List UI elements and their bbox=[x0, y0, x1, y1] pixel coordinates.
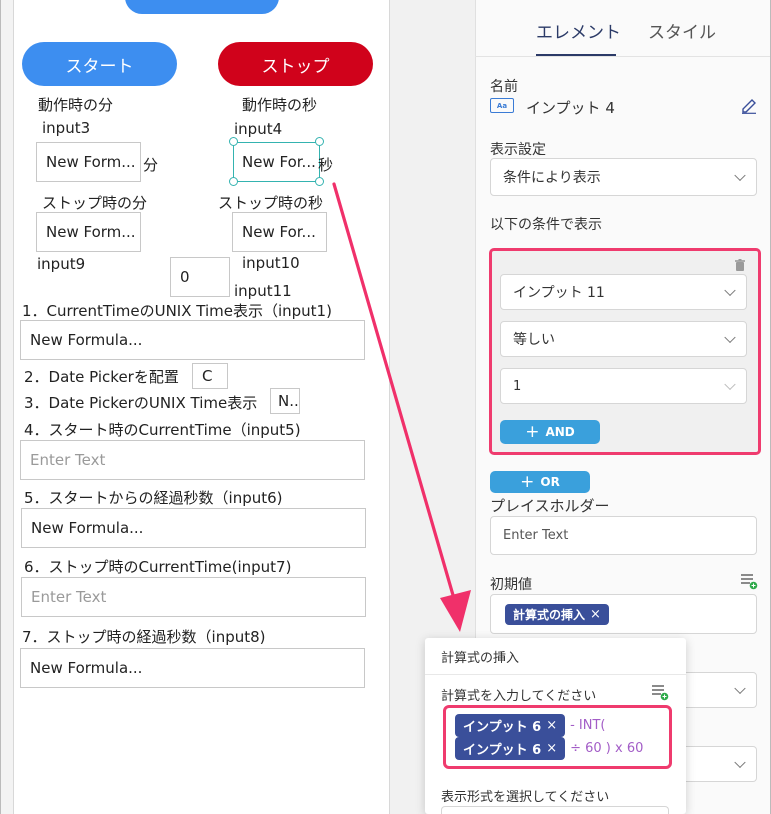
input3-label: input3 bbox=[42, 119, 91, 137]
chevron-down-icon bbox=[724, 331, 736, 344]
condition-operator-value: 等しい bbox=[513, 332, 555, 348]
unix-time-field[interactable]: N.. bbox=[270, 388, 300, 414]
formula-line-1: インプット 6 × - INT( bbox=[455, 714, 606, 737]
plus-icon: + bbox=[520, 471, 535, 492]
run-minutes-label: 動作時の分 bbox=[38, 96, 114, 114]
initial-value-label: 初期値 bbox=[490, 577, 532, 593]
active-tab-indicator bbox=[536, 54, 616, 56]
condition-value: 1 bbox=[513, 378, 522, 394]
chevron-down-icon bbox=[724, 378, 736, 391]
display-settings-dropdown[interactable]: 条件により表示 bbox=[490, 158, 757, 196]
condition-value-dropdown[interactable]: 1 bbox=[500, 368, 747, 404]
hidden-dropdown[interactable] bbox=[686, 672, 757, 708]
input8-field[interactable]: New Formula... bbox=[20, 648, 365, 688]
field-chip[interactable]: インプット 6 × bbox=[455, 714, 566, 737]
name-label: 名前 bbox=[490, 79, 518, 95]
date-picker[interactable]: C bbox=[192, 363, 228, 389]
run-seconds-label: 動作時の秒 bbox=[242, 96, 318, 114]
item6-label: 6．ストップ時のCurrentTime(input7) bbox=[24, 558, 292, 576]
input7-field[interactable]: Enter Text bbox=[21, 577, 366, 617]
input9-label: input9 bbox=[37, 255, 86, 273]
input6-field[interactable]: New Formula... bbox=[21, 508, 366, 548]
tab-divider bbox=[475, 56, 770, 57]
formula-prompt: 計算式を入力してください bbox=[441, 689, 597, 704]
popup-title: 計算式の挿入 bbox=[441, 651, 520, 666]
chevron-down-icon bbox=[734, 682, 746, 695]
hidden-dropdown[interactable] bbox=[686, 746, 757, 782]
format-label: 表示形式を選択してください bbox=[441, 790, 610, 805]
formula-operator: ÷ 60 ) x 60 bbox=[570, 741, 644, 756]
placeholder-input[interactable]: Enter Text bbox=[490, 516, 757, 555]
condition-field-value: インプット 11 bbox=[513, 285, 605, 301]
condition-operator-dropdown[interactable]: 等しい bbox=[500, 321, 747, 357]
tab-element[interactable]: エレメント bbox=[536, 18, 621, 43]
resize-handle[interactable] bbox=[229, 137, 238, 146]
condition-field-dropdown[interactable]: インプット 11 bbox=[500, 274, 747, 310]
formula-chip[interactable]: 計算式の挿入 × bbox=[505, 603, 609, 625]
minutes-unit: 分 bbox=[143, 156, 159, 174]
display-settings-value: 条件により表示 bbox=[503, 170, 601, 186]
input1-field[interactable]: New Formula... bbox=[20, 320, 365, 360]
stop-seconds-label: ストップ時の秒 bbox=[218, 194, 324, 212]
edit-pencil-icon[interactable] bbox=[740, 96, 758, 114]
plus-icon: + bbox=[525, 421, 540, 442]
field-chip[interactable]: インプット 6 × bbox=[455, 737, 566, 760]
add-or-button[interactable]: + OR bbox=[490, 471, 590, 493]
stop-button[interactable]: ストップ bbox=[218, 42, 373, 86]
resize-handle[interactable] bbox=[229, 177, 238, 186]
item4-label: 4．スタート時のCurrentTime（input5) bbox=[24, 421, 301, 439]
and-label: AND bbox=[545, 425, 575, 439]
stop-minutes-label: ストップ時の分 bbox=[42, 194, 148, 212]
insert-field-icon[interactable] bbox=[651, 683, 669, 701]
insert-formula-icon[interactable] bbox=[740, 572, 758, 590]
item1-label: 1．CurrentTimeのUNIX Time表示（input1) bbox=[22, 302, 332, 320]
input11-field[interactable]: 0 bbox=[170, 257, 230, 297]
input3-field[interactable]: New Form... bbox=[36, 142, 141, 182]
resize-handle[interactable] bbox=[315, 177, 324, 186]
input9-field[interactable]: New Form... bbox=[36, 212, 141, 252]
placeholder-label: プレイスホルダー bbox=[490, 497, 610, 515]
input5-field[interactable]: Enter Text bbox=[20, 440, 365, 480]
format-dropdown[interactable] bbox=[441, 806, 669, 814]
item2-label: 2．Date Pickerを配置 bbox=[24, 368, 179, 386]
input10-field[interactable]: New For... bbox=[232, 212, 327, 252]
formula-operator: - INT( bbox=[570, 718, 606, 733]
item7-label: 7．ストップ時の経過秒数（input8) bbox=[22, 628, 266, 646]
popup-divider bbox=[425, 674, 686, 675]
input4-field-selected[interactable]: New For... bbox=[233, 142, 320, 182]
tab-style[interactable]: スタイル bbox=[648, 18, 716, 43]
trash-icon[interactable] bbox=[734, 259, 746, 272]
field-chip-label: インプット 6 bbox=[463, 720, 542, 735]
add-and-button[interactable]: + AND bbox=[500, 420, 600, 444]
input10-label: input10 bbox=[242, 254, 300, 272]
element-name: インプット 4 bbox=[526, 99, 615, 117]
close-icon[interactable]: × bbox=[546, 741, 557, 756]
item3-label: 3．Date PickerのUNIX Time表示 bbox=[24, 394, 258, 412]
input4-label: input4 bbox=[234, 120, 283, 138]
formula-line-2: インプット 6 × ÷ 60 ) x 60 bbox=[455, 737, 643, 760]
start-button[interactable]: スタート bbox=[22, 42, 177, 86]
chevron-down-icon bbox=[734, 169, 746, 182]
initial-value-input[interactable]: 計算式の挿入 × bbox=[490, 594, 757, 634]
left-gutter bbox=[1, 0, 13, 814]
chevron-down-icon bbox=[724, 284, 736, 297]
top-button[interactable] bbox=[125, 0, 279, 14]
condition-label: 以下の条件で表示 bbox=[490, 217, 602, 233]
item5-label: 5．スタートからの経過秒数（input6) bbox=[24, 489, 283, 507]
field-chip-label: インプット 6 bbox=[463, 743, 542, 758]
seconds-unit: 秒 bbox=[318, 156, 334, 174]
close-icon[interactable]: × bbox=[546, 718, 557, 733]
resize-handle[interactable] bbox=[315, 137, 324, 146]
formula-chip-label: 計算式の挿入 bbox=[513, 607, 586, 622]
display-settings-label: 表示設定 bbox=[490, 142, 546, 158]
text-input-icon: Aa bbox=[490, 98, 514, 113]
placeholder-value: Enter Text bbox=[503, 528, 569, 543]
or-label: OR bbox=[540, 475, 560, 489]
close-icon[interactable]: × bbox=[590, 607, 601, 622]
chevron-down-icon bbox=[734, 756, 746, 769]
input11-label: input11 bbox=[234, 282, 292, 300]
